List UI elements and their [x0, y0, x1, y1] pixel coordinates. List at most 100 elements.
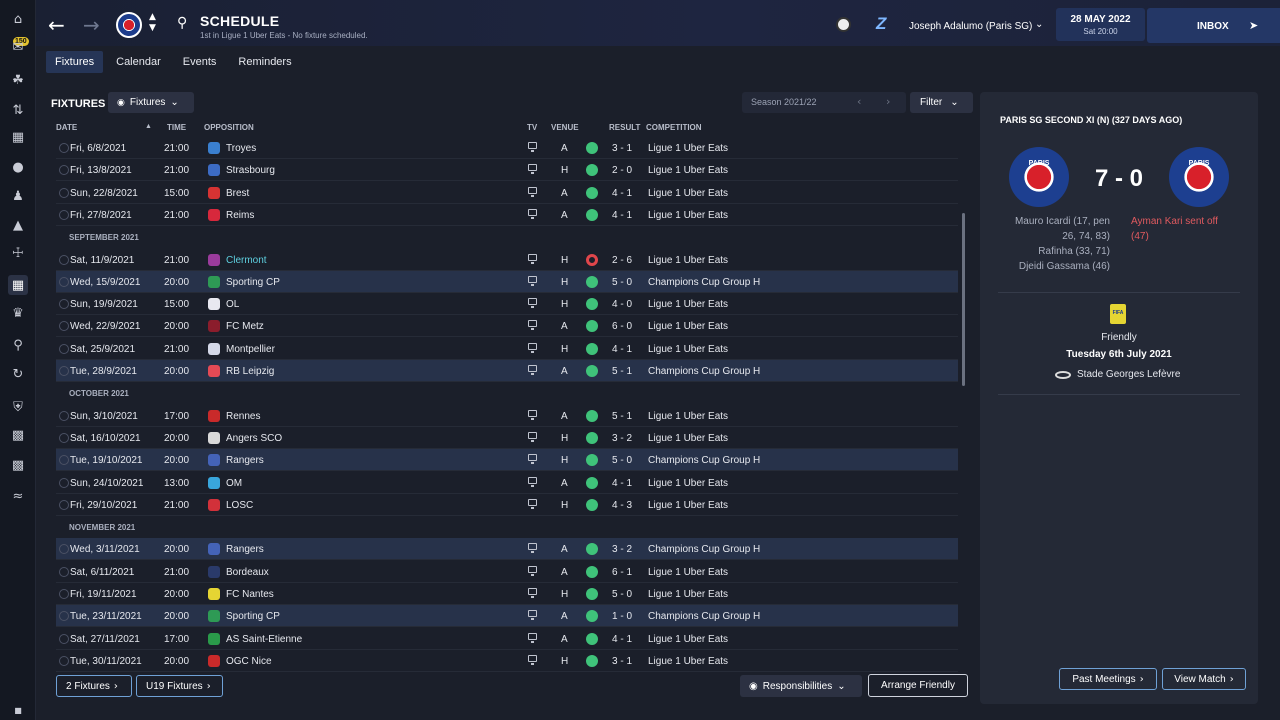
table-scrollbar[interactable] — [962, 213, 965, 386]
search-icon[interactable]: ⚲ — [177, 15, 187, 31]
transfers-icon[interactable]: ↻ — [8, 364, 28, 384]
opponent-name[interactable]: Rangers — [226, 455, 264, 466]
table-row[interactable]: Sun, 19/9/2021 15:00 OL H 4 - 0 Ligue 1 Uber … — [56, 293, 958, 316]
opponent-name[interactable]: Troyes — [226, 143, 256, 154]
fixture-competition[interactable]: Ligue 1 Uber Eats — [648, 478, 728, 489]
inbox-icon[interactable]: ✉ — [8, 37, 28, 57]
fixture-competition[interactable]: Ligue 1 Uber Eats — [648, 188, 728, 199]
away-crest-icon[interactable]: PARIS — [1169, 147, 1229, 207]
fixture-score[interactable]: 5 - 0 — [612, 455, 632, 466]
fixture-score[interactable]: 4 - 1 — [612, 344, 632, 355]
select-checkbox[interactable] — [59, 276, 69, 287]
u19-fixtures-button[interactable]: U19 Fixtures › — [136, 675, 223, 697]
opponent-name[interactable]: Angers SCO — [226, 433, 282, 444]
squad-icon[interactable]: ☘ — [8, 70, 28, 90]
select-checkbox[interactable] — [59, 299, 69, 310]
fixture-competition[interactable]: Ligue 1 Uber Eats — [648, 500, 728, 511]
select-checkbox[interactable] — [59, 254, 69, 265]
select-checkbox[interactable] — [59, 165, 69, 176]
table-row[interactable]: Fri, 19/11/2021 20:00 FC Nantes H 5 - 0 Ligue… — [56, 583, 958, 605]
tactics-icon[interactable]: ⇅ — [8, 100, 28, 120]
fixture-competition[interactable]: Champions Cup Group H — [648, 544, 760, 555]
medical-icon[interactable]: ☩ — [8, 243, 28, 263]
opponent-name[interactable]: RB Leipzig — [226, 366, 274, 377]
col-time[interactable]: TIME — [167, 123, 186, 132]
col-competition[interactable]: COMPETITION — [646, 123, 702, 132]
select-checkbox[interactable] — [59, 544, 69, 555]
scouting-icon[interactable]: ⚲ — [8, 335, 28, 355]
forward-arrow-icon[interactable]: → — [83, 13, 100, 37]
manager-name[interactable]: Joseph Adalumo (Paris SG) — [909, 21, 1032, 32]
table-row[interactable]: Tue, 23/11/2021 20:00 Sporting CP A 1 - 0 Cha… — [56, 605, 958, 628]
competitions-icon[interactable]: ♛ — [8, 303, 28, 323]
back-arrow-icon[interactable]: ← — [48, 13, 65, 37]
select-checkbox[interactable] — [59, 410, 69, 421]
col-venue[interactable]: VENUE — [551, 123, 579, 132]
fixture-score[interactable]: 6 - 1 — [612, 567, 632, 578]
opponent-name[interactable]: Brest — [226, 188, 249, 199]
fixture-competition[interactable]: Ligue 1 Uber Eats — [648, 210, 728, 221]
club-info-icon[interactable]: ⛨ — [8, 397, 28, 417]
select-checkbox[interactable] — [59, 187, 69, 198]
table-row[interactable]: Wed, 15/9/2021 20:00 Sporting CP H 5 - 0 Cham… — [56, 270, 958, 293]
fixture-competition[interactable]: Ligue 1 Uber Eats — [648, 143, 728, 154]
club-switch-chevron-icon[interactable]: ▲ ▼ — [149, 12, 156, 34]
col-opposition[interactable]: OPPOSITION — [204, 123, 254, 132]
fixture-score[interactable]: 3 - 2 — [612, 433, 632, 444]
fixture-competition[interactable]: Ligue 1 Uber Eats — [648, 433, 728, 444]
report-icon[interactable]: ≈ — [8, 486, 28, 506]
football-icon[interactable] — [836, 17, 851, 32]
sort-asc-icon[interactable]: ▲ — [145, 123, 152, 130]
select-checkbox[interactable] — [59, 499, 69, 510]
tab-reminders[interactable]: Reminders — [229, 51, 300, 73]
fixture-score[interactable]: 6 - 0 — [612, 321, 632, 332]
select-checkbox[interactable] — [59, 566, 69, 577]
select-checkbox[interactable] — [59, 366, 69, 376]
fixture-score[interactable]: 4 - 1 — [612, 188, 632, 199]
select-checkbox[interactable] — [59, 209, 69, 220]
fixture-competition[interactable]: Champions Cup Group H — [648, 455, 760, 466]
responsibilities-button[interactable]: ◉ Responsibilities ⌄ — [740, 675, 862, 697]
table-row[interactable]: Tue, 30/11/2021 20:00 OGC Nice H 3 - 1 Ligue … — [56, 650, 958, 672]
table-row[interactable]: Fri, 6/8/2021 21:00 Troyes A 3 - 1 Ligue 1 Ub… — [56, 137, 958, 159]
fixture-competition[interactable]: Ligue 1 Uber Eats — [648, 299, 728, 310]
fixture-score[interactable]: 2 - 0 — [612, 165, 632, 176]
select-checkbox[interactable] — [59, 321, 69, 332]
fixture-score[interactable]: 4 - 0 — [612, 299, 632, 310]
fixture-competition[interactable]: Champions Cup Group H — [648, 366, 760, 377]
staff-icon[interactable]: ♟ — [8, 186, 28, 206]
fixture-score[interactable]: 3 - 2 — [612, 544, 632, 555]
opponent-name[interactable]: Sporting CP — [226, 277, 280, 288]
chevron-down-icon[interactable]: ⌄ — [1035, 19, 1043, 30]
col-date[interactable]: DATE — [56, 123, 77, 132]
table-row[interactable]: Sun, 3/10/2021 17:00 Rennes A 5 - 1 Ligue 1 U… — [56, 405, 958, 427]
data-icon[interactable]: ▦ — [8, 127, 28, 147]
table-row[interactable]: Sat, 25/9/2021 21:00 Montpellier H 4 - 1 Ligu… — [56, 338, 958, 360]
table-row[interactable]: Fri, 27/8/2021 21:00 Reims A 4 - 1 Ligue 1 Ub… — [56, 204, 958, 226]
opponent-name[interactable]: FC Nantes — [226, 589, 274, 600]
fixture-competition[interactable]: Ligue 1 Uber Eats — [648, 411, 728, 422]
opponent-name[interactable]: LOSC — [226, 500, 253, 511]
fixture-score[interactable]: 5 - 0 — [612, 589, 632, 600]
fixture-competition[interactable]: Champions Cup Group H — [648, 277, 760, 288]
opponent-name[interactable]: Montpellier — [226, 344, 275, 355]
tab-fixtures[interactable]: Fixtures — [46, 51, 104, 73]
tab-calendar[interactable]: Calendar — [107, 51, 170, 73]
fixture-score[interactable]: 4 - 1 — [612, 210, 632, 221]
fixture-score[interactable]: 4 - 1 — [612, 478, 632, 489]
fixture-competition[interactable]: Ligue 1 Uber Eats — [648, 589, 728, 600]
fixture-competition[interactable]: Ligue 1 Uber Eats — [648, 255, 728, 266]
filter-button[interactable]: Filter ⌄ — [910, 92, 973, 113]
select-checkbox[interactable] — [59, 477, 69, 488]
club-badge-icon[interactable] — [116, 12, 142, 38]
opponent-name[interactable]: AS Saint-Etienne — [226, 634, 302, 645]
finances-icon[interactable]: ▩ — [8, 425, 28, 445]
table-row[interactable]: Sat, 27/11/2021 17:00 AS Saint-Etienne A 4 -… — [56, 628, 958, 650]
fixture-score[interactable]: 5 - 0 — [612, 277, 632, 288]
fixture-score[interactable]: 3 - 1 — [612, 656, 632, 667]
opponent-name[interactable]: Clermont — [226, 255, 267, 266]
arrange-friendly-button[interactable]: Arrange Friendly — [868, 674, 968, 697]
opponent-name[interactable]: OM — [226, 478, 242, 489]
select-checkbox[interactable] — [59, 343, 69, 354]
chevron-right-icon[interactable]: › — [886, 95, 890, 108]
